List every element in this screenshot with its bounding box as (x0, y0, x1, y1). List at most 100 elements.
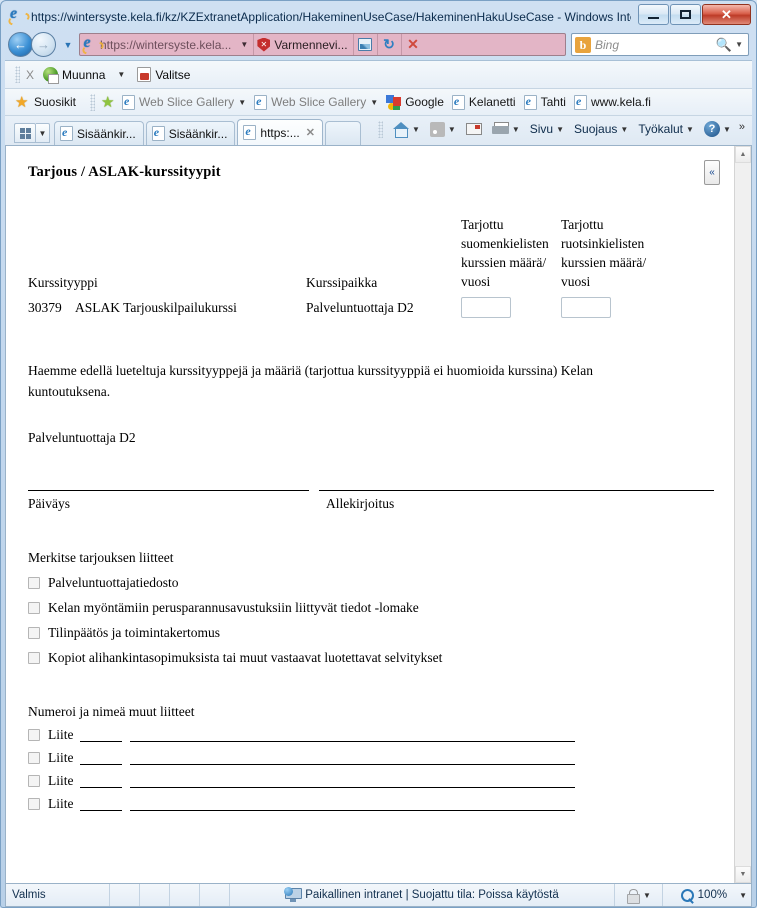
scroll-down-button[interactable]: ▼ (735, 866, 751, 883)
other-attachment-number-field[interactable] (79, 775, 122, 788)
tab-https-active[interactable]: https:... ✕ (237, 119, 323, 145)
other-attachment-number-field[interactable] (79, 752, 122, 765)
other-attachment-number-field[interactable] (79, 729, 122, 742)
chevron-down-icon[interactable]: ▼ (117, 70, 125, 79)
other-attachment-name-field[interactable] (129, 798, 575, 811)
maximize-button[interactable] (670, 4, 701, 25)
back-button[interactable]: ← (8, 32, 33, 57)
checkbox-icon[interactable] (28, 652, 40, 664)
chevron-down-icon[interactable]: ▼ (238, 98, 246, 107)
refresh-icon: ↻ (383, 36, 395, 52)
page-menu-button[interactable]: Sivu ▼ (525, 122, 569, 136)
zoom-control[interactable]: 100% ▼ (663, 884, 751, 906)
scrollbar-track[interactable] (735, 163, 751, 866)
favorites-item-web-slice-gallery-2[interactable]: Web Slice Gallery ▼ (254, 94, 378, 110)
chevron-down-icon[interactable]: ▼ (412, 125, 420, 134)
pdf-select-button[interactable]: Valitse (137, 67, 190, 82)
pdf-toolbar-close-button[interactable]: X (26, 68, 34, 82)
checkbox-icon[interactable] (28, 729, 40, 741)
search-provider-dropdown[interactable]: ▼ (735, 40, 748, 49)
tab-list-button[interactable]: ▼ (36, 123, 50, 143)
attachment-checkbox-row[interactable]: Kopiot alihankintasopimuksista tai muut … (28, 650, 714, 666)
chevron-down-icon[interactable]: ▼ (512, 125, 520, 134)
certificate-error-button[interactable]: Varmennevi... (253, 34, 352, 55)
other-attachment-row[interactable]: Liite (28, 773, 714, 789)
other-attachment-row[interactable]: Liite (28, 727, 714, 743)
page-scrollbar[interactable]: ▲ ▼ (734, 146, 751, 883)
favorites-grip-icon[interactable] (90, 93, 96, 111)
add-to-favorites-bar-icon[interactable]: ★ (101, 95, 116, 110)
compatibility-view-button[interactable] (352, 34, 377, 55)
address-bar[interactable]: https://wintersyste.kela... ▼ Varmennevi… (79, 33, 566, 56)
print-button[interactable]: ▼ (487, 122, 525, 136)
attachment-checkbox-row[interactable]: Palveluntuottajatiedosto (28, 575, 714, 591)
column-header-course-type: Kurssityyppi (28, 275, 98, 290)
favorites-button[interactable]: ★ Suosikit (15, 95, 76, 110)
attachment-checkbox-row[interactable]: Kelan myöntämiin perusparannusavustuksii… (28, 600, 714, 616)
chevron-down-icon[interactable]: ▼ (448, 125, 456, 134)
scroll-up-button[interactable]: ▲ (735, 146, 751, 163)
quick-tabs-button[interactable] (14, 123, 36, 143)
security-zone-indicator[interactable]: Paikallinen intranet | Suojattu tila: Po… (230, 884, 615, 906)
recent-pages-button[interactable]: ▼ (60, 40, 76, 50)
page-icon (151, 125, 165, 141)
finnish-course-count-input[interactable] (461, 297, 511, 318)
close-icon[interactable]: ✕ (306, 126, 315, 139)
tools-menu-button[interactable]: Työkalut ▼ (633, 122, 699, 136)
close-button[interactable]: ✕ (702, 4, 751, 25)
close-icon: ✕ (721, 6, 732, 22)
attachment-checkbox-row[interactable]: Tilinpäätös ja toimintakertomus (28, 625, 714, 641)
chevron-down-icon[interactable]: ▼ (739, 891, 747, 900)
toolbar-grip-icon[interactable] (15, 66, 20, 83)
other-attachment-row[interactable]: Liite (28, 750, 714, 766)
home-button[interactable]: ▼ (387, 121, 425, 138)
other-attachment-name-field[interactable] (129, 752, 575, 765)
internet-explorer-icon (83, 34, 98, 52)
checkbox-icon[interactable] (28, 577, 40, 589)
other-attachment-name-field[interactable] (129, 729, 575, 742)
feeds-button[interactable]: ▼ (425, 121, 461, 137)
checkbox-icon[interactable] (28, 752, 40, 764)
favorites-item-kelanetti[interactable]: Kelanetti (451, 94, 516, 110)
stop-button[interactable]: ✕ (400, 34, 425, 55)
refresh-button[interactable]: ↻ (376, 34, 401, 55)
chevron-down-icon[interactable]: ▼ (370, 98, 378, 107)
favorites-item-label: Web Slice Gallery (271, 95, 367, 109)
favorites-item-kela-fi[interactable]: www.kela.fi (573, 94, 651, 110)
other-attachment-number-field[interactable] (79, 798, 122, 811)
checkbox-icon[interactable] (28, 775, 40, 787)
help-icon: ? (703, 121, 720, 137)
address-dropdown-button[interactable]: ▼ (235, 34, 253, 55)
help-menu-button[interactable]: ? ▼ (699, 121, 736, 137)
search-input[interactable]: Bing (595, 38, 716, 52)
collapse-panel-button[interactable]: « (704, 160, 720, 185)
protected-mode-button[interactable]: ▼ (615, 884, 663, 906)
tab-sisaankirjautuminen-2[interactable]: Sisäänkir... (145, 121, 236, 145)
checkbox-icon[interactable] (28, 798, 40, 810)
read-mail-button[interactable] (461, 123, 487, 135)
command-bar-overflow-button[interactable]: » (736, 121, 748, 133)
favorites-item-google[interactable]: Google (386, 94, 444, 110)
favorites-item-web-slice-gallery-1[interactable]: Web Slice Gallery ▼ (122, 94, 246, 110)
page-icon (523, 94, 537, 110)
pdf-convert-button[interactable]: Muunna ▼ (43, 67, 125, 84)
tab-sisaankirjautuminen-1[interactable]: Sisäänkir... (54, 121, 144, 145)
favorites-item-tahti[interactable]: Tahti (523, 94, 566, 110)
forward-button[interactable]: → (31, 32, 56, 57)
search-icon[interactable]: 🔍 (716, 37, 735, 53)
checkbox-icon[interactable] (28, 627, 40, 639)
service-provider-name: Palveluntuottaja D2 (28, 430, 136, 445)
minimize-button[interactable] (638, 4, 669, 25)
column-header-finnish-line2: suomenkielisten (461, 236, 549, 251)
date-signature-line (28, 490, 310, 491)
other-attachment-name-field[interactable] (129, 775, 575, 788)
swedish-course-count-input[interactable] (561, 297, 611, 318)
tab-label: Sisäänkir... (168, 126, 228, 141)
search-box[interactable]: b Bing 🔍 ▼ (571, 33, 749, 56)
security-menu-button[interactable]: Suojaus ▼ (569, 122, 633, 136)
status-segment-2 (140, 884, 170, 906)
other-attachment-row[interactable]: Liite (28, 796, 714, 812)
checkbox-icon[interactable] (28, 602, 40, 614)
new-tab-button[interactable] (324, 121, 361, 145)
command-bar-grip-icon[interactable] (378, 120, 383, 138)
